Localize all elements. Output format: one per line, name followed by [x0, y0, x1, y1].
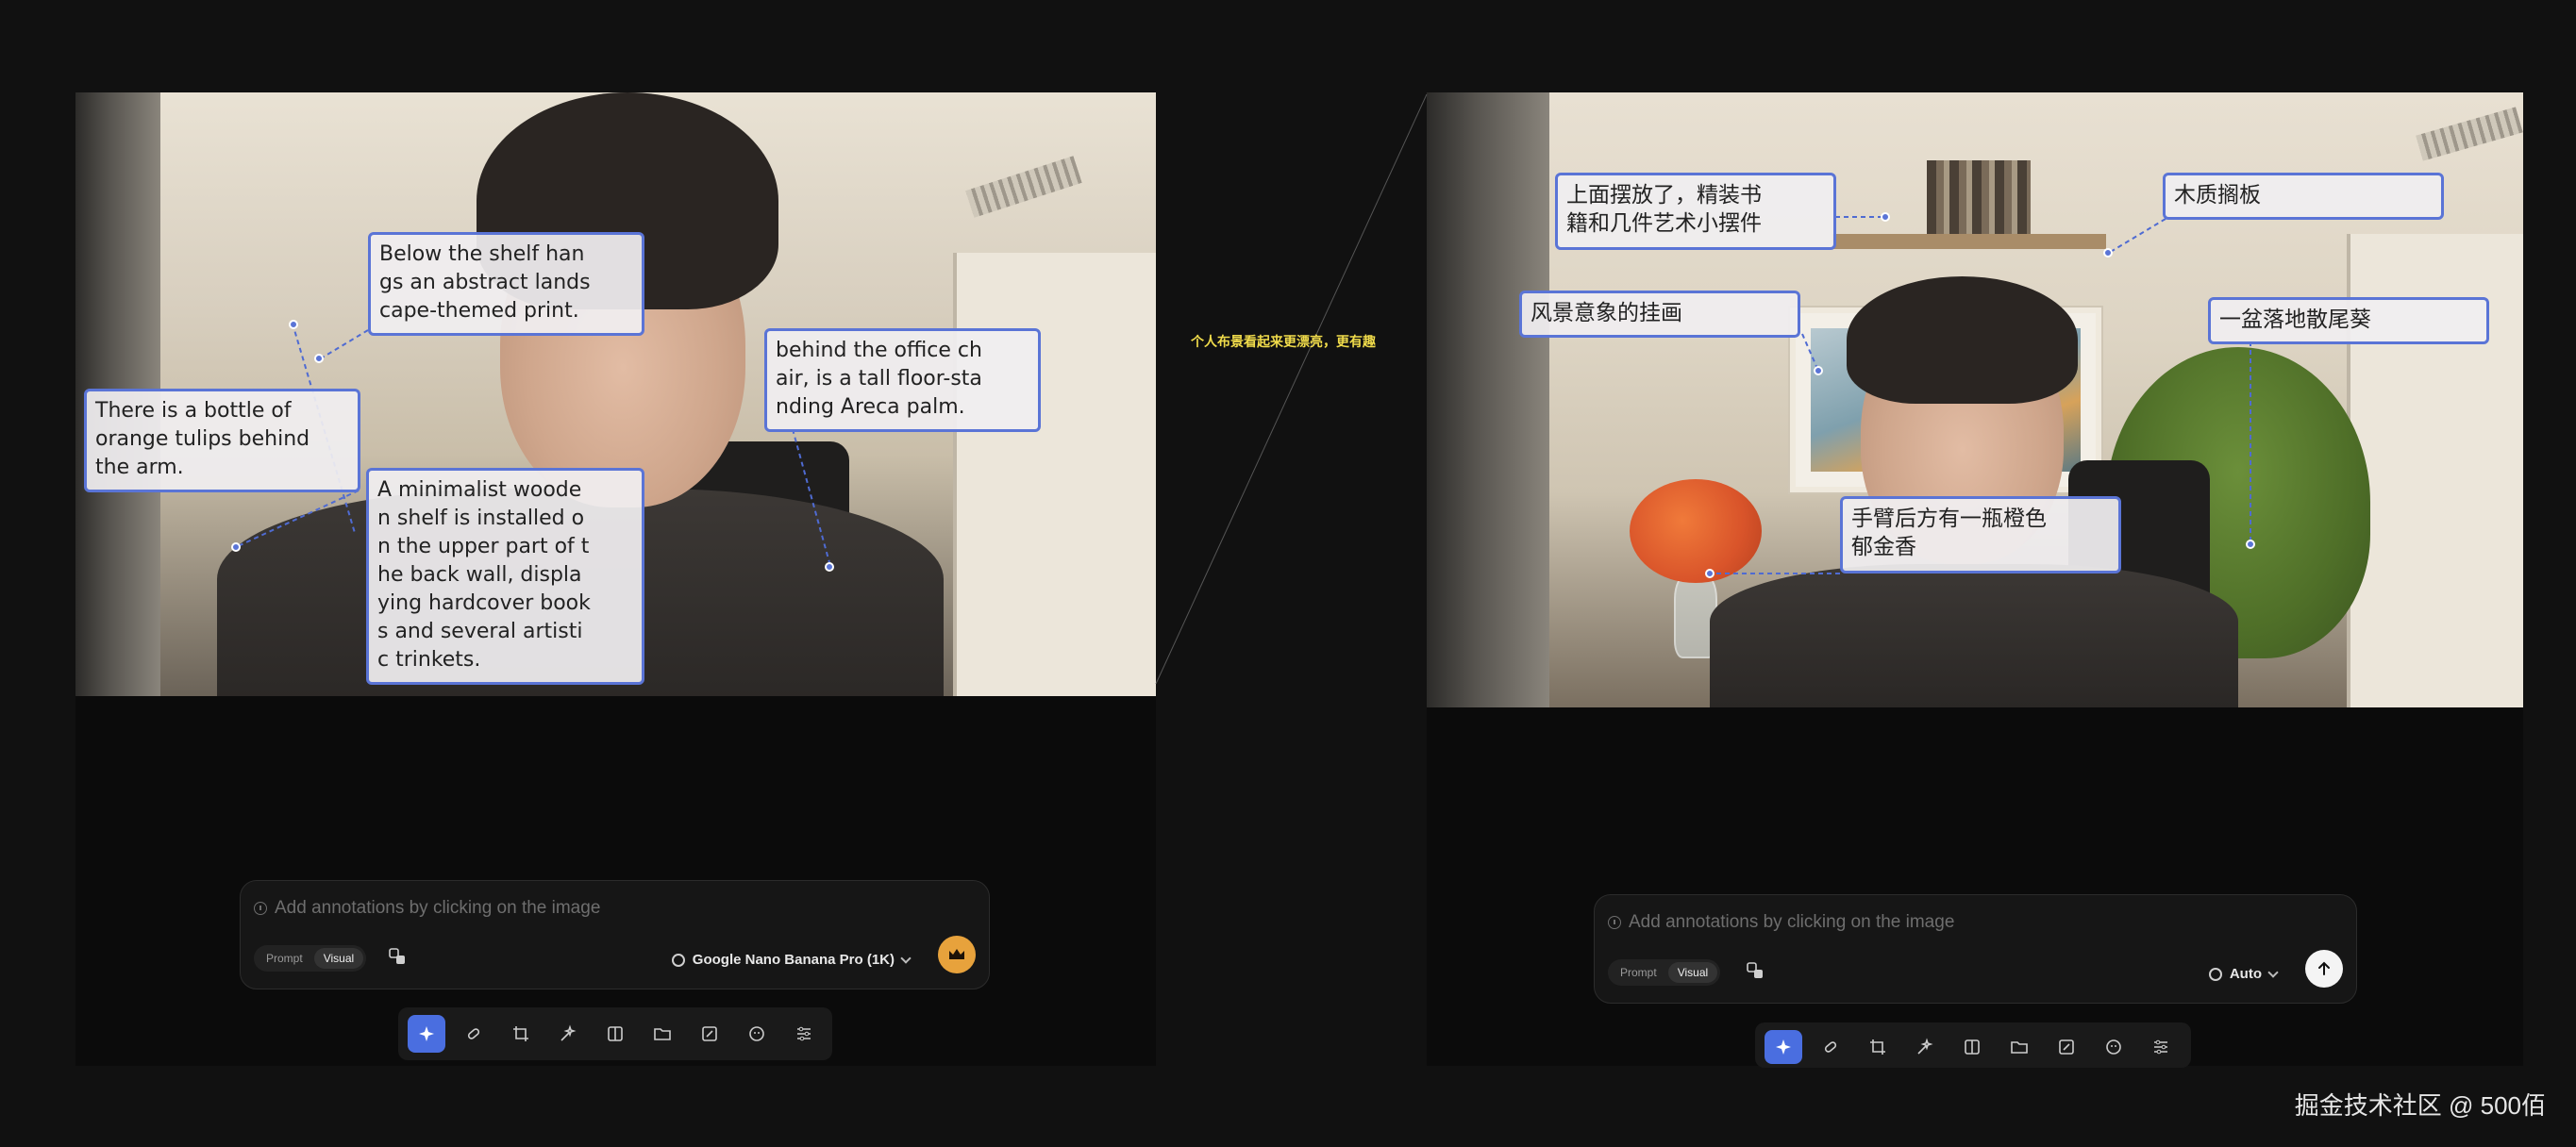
tool-magic[interactable]	[1906, 1030, 1944, 1064]
face-icon	[749, 1026, 764, 1041]
send-button[interactable]	[2305, 950, 2343, 988]
canvas: Below the shelf han gs an abstract lands…	[0, 0, 2576, 1147]
tool-adjust[interactable]	[785, 1015, 823, 1053]
anchor-point[interactable]	[2246, 540, 2255, 549]
gear-icon	[671, 953, 685, 967]
mode-toggle[interactable]: Prompt Visual	[254, 945, 367, 972]
tool-eraser[interactable]	[1812, 1030, 1849, 1064]
person-jacket	[1710, 564, 2238, 707]
air-vent	[965, 156, 1082, 218]
right-panel-background	[1427, 707, 2523, 1066]
books	[1927, 160, 2031, 234]
annotation-input[interactable]: Add annotations by clicking on the image	[1608, 912, 1954, 933]
annotation-wooden-shelf[interactable]: A minimalist woode n shelf is installed …	[366, 468, 644, 685]
tool-crop[interactable]	[1859, 1030, 1897, 1064]
tool-adjust[interactable]	[2142, 1030, 2180, 1064]
annotation-input[interactable]: Add annotations by clicking on the image	[254, 898, 600, 919]
annotation-areca-palm[interactable]: 一盆落地散尾葵	[2208, 297, 2489, 344]
annotation-tulips[interactable]: 手臂后方有一瓶橙色 郁金香	[1840, 496, 2121, 574]
person-hair	[1847, 276, 2078, 404]
info-icon	[1608, 916, 1621, 929]
model-select[interactable]: Google Nano Banana Pro (1K)	[671, 952, 912, 968]
annotation-tulips[interactable]: There is a bottle of orange tulips behin…	[84, 389, 360, 492]
tool-magic[interactable]	[549, 1015, 587, 1053]
tool-sparkle[interactable]	[408, 1015, 445, 1053]
translate-icon[interactable]	[1746, 961, 1765, 980]
expand-icon	[702, 1026, 717, 1041]
toolbar-right	[1755, 1022, 2191, 1068]
eraser-icon	[467, 1028, 480, 1039]
crop-icon	[513, 1026, 528, 1041]
watermark: 掘金技术社区 @ 500佰	[2294, 1091, 2546, 1120]
sliders-icon	[797, 1026, 811, 1041]
tool-face[interactable]	[2095, 1030, 2133, 1064]
annotation-areca-palm[interactable]: behind the office ch air, is a tall floo…	[764, 328, 1041, 432]
anchor-point[interactable]	[289, 320, 298, 329]
crop-icon	[1870, 1039, 1885, 1055]
eraser-icon	[1824, 1041, 1837, 1053]
info-icon	[254, 902, 267, 915]
sliders-icon	[2154, 1039, 2167, 1055]
magic-wand-icon	[560, 1024, 577, 1041]
prompt-box-right[interactable]: Add annotations by clicking on the image…	[1594, 894, 2357, 1004]
annotation-input-placeholder: Add annotations by clicking on the image	[1629, 912, 1955, 932]
gear-icon	[2208, 967, 2222, 981]
anchor-point[interactable]	[2103, 248, 2113, 258]
annotation-shelf-print[interactable]: Below the shelf han gs an abstract lands…	[368, 232, 644, 336]
window	[1427, 92, 1549, 707]
tool-compare[interactable]	[596, 1015, 634, 1053]
magic-wand-icon	[1917, 1038, 1933, 1055]
air-vent	[2416, 107, 2523, 161]
generate-button[interactable]	[938, 936, 976, 973]
tool-eraser[interactable]	[455, 1015, 493, 1053]
door	[953, 253, 1156, 696]
sparkle-icon	[1776, 1039, 1791, 1055]
annotation-input-placeholder: Add annotations by clicking on the image	[275, 898, 601, 918]
expand-icon	[2059, 1039, 2074, 1055]
folder-icon	[2011, 1041, 2028, 1054]
anchor-point[interactable]	[1814, 366, 1823, 375]
chevron-down-icon	[2267, 966, 2279, 978]
mode-prompt-tab[interactable]: Prompt	[1611, 962, 1666, 983]
prompt-box-left[interactable]: Add annotations by clicking on the image…	[240, 880, 990, 989]
model-select[interactable]: Auto	[2208, 966, 2279, 982]
crown-icon	[949, 949, 964, 959]
model-name: Google Nano Banana Pro (1K)	[692, 952, 895, 968]
mode-visual-tab[interactable]: Visual	[1667, 962, 1718, 983]
arrow-up-icon	[2318, 961, 2330, 975]
tool-sparkle[interactable]	[1765, 1030, 1802, 1064]
folder-icon	[654, 1028, 671, 1040]
compare-icon	[1965, 1039, 1980, 1055]
anchor-point[interactable]	[231, 542, 241, 552]
annotation-wooden-board[interactable]: 木质搁板	[2163, 173, 2444, 220]
anchor-point[interactable]	[1881, 212, 1890, 222]
translate-icon[interactable]	[388, 947, 407, 966]
tool-face[interactable]	[738, 1015, 776, 1053]
model-name: Auto	[2229, 966, 2262, 982]
tool-expand[interactable]	[691, 1015, 728, 1053]
mode-visual-tab[interactable]: Visual	[313, 948, 364, 969]
tool-expand[interactable]	[2048, 1030, 2085, 1064]
annotation-books-trinkets[interactable]: 上面摆放了，精装书 籍和几件艺术小摆件	[1555, 173, 1836, 250]
mode-prompt-tab[interactable]: Prompt	[257, 948, 312, 969]
anchor-point[interactable]	[825, 562, 834, 572]
mode-toggle[interactable]: Prompt Visual	[1608, 959, 1721, 986]
annotation-landscape-painting[interactable]: 风景意象的挂画	[1519, 291, 1800, 338]
chevron-down-icon	[900, 952, 912, 964]
center-caption: 个人布景看起来更漂亮，更有趣	[1191, 334, 1376, 349]
tool-compare[interactable]	[1953, 1030, 1991, 1064]
anchor-point[interactable]	[314, 354, 324, 363]
tool-folder[interactable]	[2000, 1030, 2038, 1064]
toolbar-left	[398, 1007, 832, 1060]
compare-icon	[608, 1026, 623, 1041]
tool-folder[interactable]	[644, 1015, 681, 1053]
tool-crop[interactable]	[502, 1015, 540, 1053]
orange-tulips	[1630, 479, 1762, 583]
anchor-point[interactable]	[1705, 569, 1715, 578]
sparkle-icon	[419, 1026, 434, 1041]
wooden-shelf	[1832, 234, 2106, 249]
face-icon	[2106, 1039, 2121, 1055]
